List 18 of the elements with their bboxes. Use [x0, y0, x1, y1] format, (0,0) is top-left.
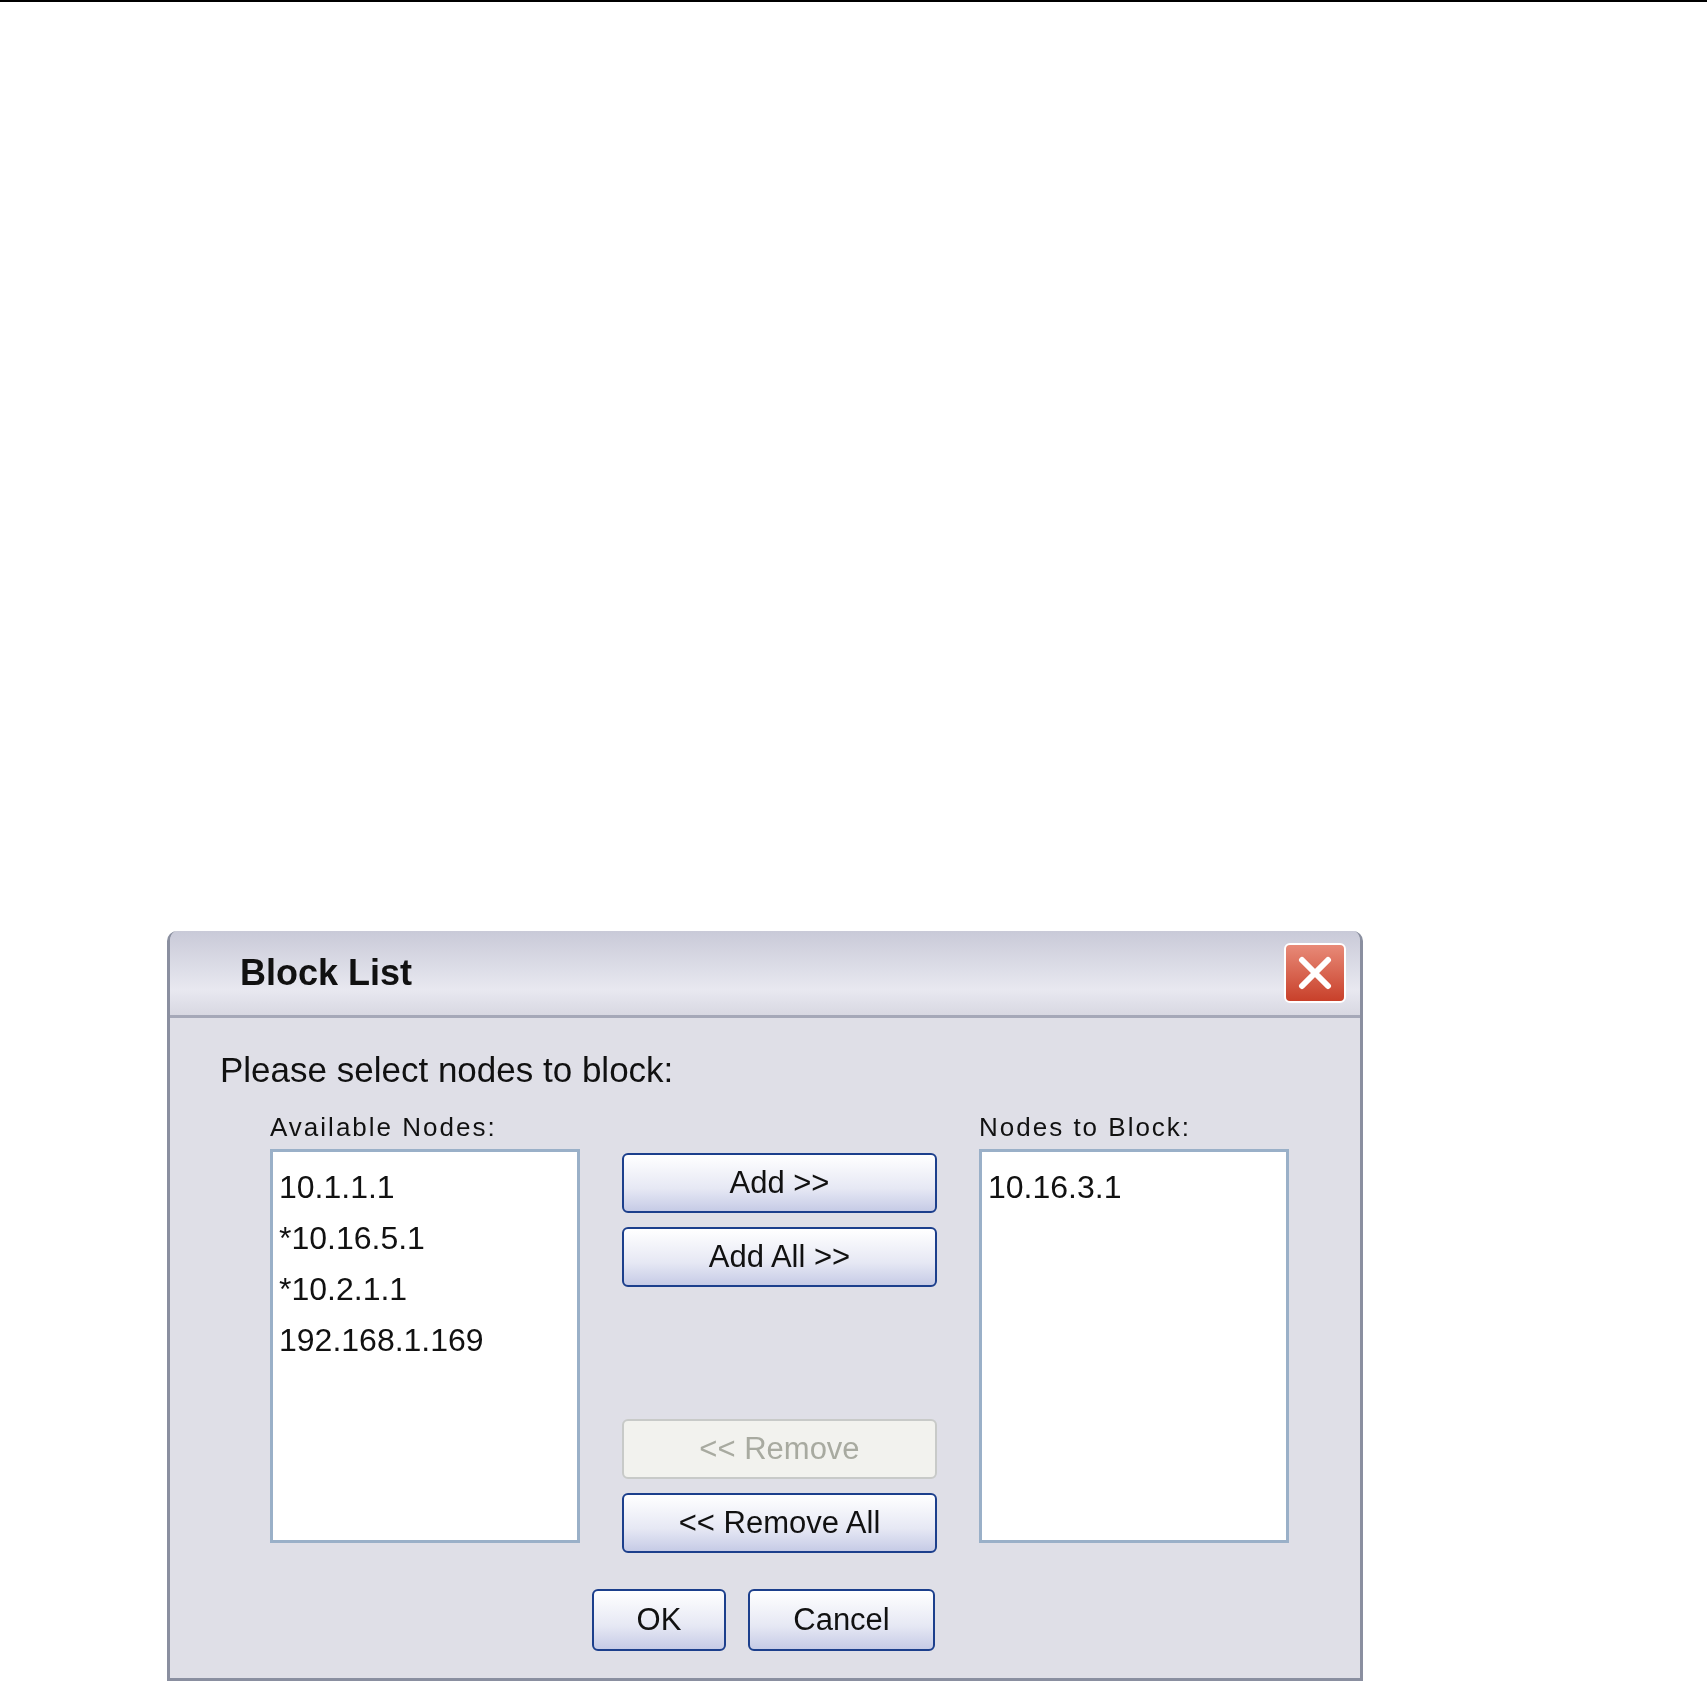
- instruction-text: Please select nodes to block:: [220, 1050, 675, 1090]
- available-nodes-list[interactable]: 10.1.1.1 *10.16.5.1 *10.2.1.1 192.168.1.169: [270, 1149, 580, 1543]
- list-item[interactable]: *10.2.1.1: [279, 1264, 571, 1315]
- close-icon: [1298, 956, 1332, 990]
- list-item[interactable]: 192.168.1.169: [279, 1315, 571, 1366]
- list-item[interactable]: 10.16.3.1: [988, 1162, 1280, 1213]
- ok-button[interactable]: OK: [592, 1589, 726, 1651]
- blocked-nodes-list[interactable]: 10.16.3.1: [979, 1149, 1289, 1543]
- list-item[interactable]: *10.16.5.1: [279, 1213, 571, 1264]
- cancel-button[interactable]: Cancel: [748, 1589, 935, 1651]
- add-button[interactable]: Add >>: [622, 1153, 937, 1213]
- window-title: Block List: [240, 952, 413, 994]
- remove-button[interactable]: << Remove All: [622, 1493, 937, 1553]
- add-button[interactable]: Add All >>: [622, 1227, 937, 1287]
- list-label: Nodes to Block:: [979, 1112, 1193, 1143]
- list-label: Available Nodes:: [270, 1112, 498, 1143]
- list-item[interactable]: 10.1.1.1: [279, 1162, 571, 1213]
- close-button[interactable]: [1284, 943, 1346, 1003]
